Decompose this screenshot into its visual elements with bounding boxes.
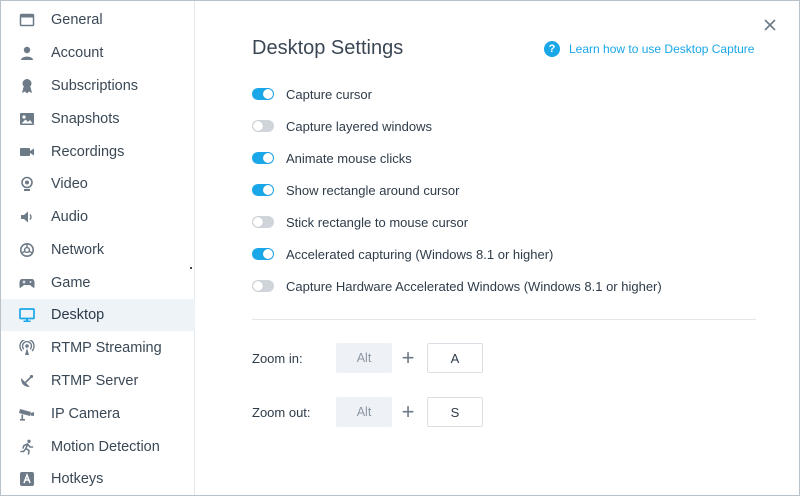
sidebar-item-label: Snapshots xyxy=(51,111,120,127)
toggle-capture-cursor[interactable] xyxy=(252,88,274,100)
video-camera-icon xyxy=(19,144,35,160)
zoom-out-key[interactable]: S xyxy=(427,397,483,427)
sidebar-item-desktop[interactable]: Desktop xyxy=(1,299,195,331)
broadcast-icon xyxy=(19,340,35,356)
page-title: Desktop Settings xyxy=(252,37,404,59)
sidebar-item-label: IP Camera xyxy=(51,406,121,422)
sidebar-item-general[interactable]: General xyxy=(1,4,195,36)
settings-window: General Account Subscriptions Snapshots … xyxy=(0,0,800,496)
toggle-capture-hw-accelerated[interactable] xyxy=(252,280,274,292)
main-panel: Desktop Settings ? Learn how to use Desk… xyxy=(196,1,799,495)
option-label: Capture Hardware Accelerated Windows (Wi… xyxy=(286,278,662,294)
sidebar-item-video[interactable]: Video xyxy=(1,168,195,200)
sidebar-item-label: General xyxy=(51,12,103,28)
option-stick-rectangle: Stick rectangle to mouse cursor xyxy=(252,212,468,232)
toggle-accelerated-capturing[interactable] xyxy=(252,248,274,260)
sidebar-item-label: RTMP Server xyxy=(51,373,139,389)
award-icon xyxy=(19,78,35,94)
toggle-capture-layered-windows[interactable] xyxy=(252,120,274,132)
divider xyxy=(252,319,756,320)
image-icon xyxy=(19,111,35,127)
sidebar-item-label: Recordings xyxy=(51,144,125,160)
gamepad-icon xyxy=(19,275,35,291)
sidebar-item-rtmp-server[interactable]: RTMP Server xyxy=(1,365,195,397)
zoom-in-modifier-key[interactable]: Alt xyxy=(336,343,392,373)
option-label: Stick rectangle to mouse cursor xyxy=(286,214,469,230)
sidebar-item-label: Subscriptions xyxy=(51,78,139,94)
sidebar-item-label: Game xyxy=(51,275,91,291)
sidebar-item-account[interactable]: Account xyxy=(1,37,195,69)
sidebar-item-subscriptions[interactable]: Subscriptions xyxy=(1,70,195,102)
help-link-text: Learn how to use Desktop Capture xyxy=(569,42,755,56)
sidebar-item-label: RTMP Streaming xyxy=(51,340,162,356)
webcam-icon xyxy=(19,176,35,192)
toggle-stick-rectangle[interactable] xyxy=(252,216,274,228)
sidebar-item-label: Network xyxy=(51,242,105,258)
close-icon xyxy=(764,19,776,31)
option-animate-mouse-clicks: Animate mouse clicks xyxy=(252,148,412,168)
close-button[interactable] xyxy=(759,14,781,36)
user-icon xyxy=(19,45,35,61)
help-link[interactable]: ? Learn how to use Desktop Capture xyxy=(544,41,754,57)
sidebar-item-label: Desktop xyxy=(51,307,105,323)
sidebar: General Account Subscriptions Snapshots … xyxy=(1,1,195,495)
network-icon xyxy=(19,242,35,258)
sidebar-item-game[interactable]: Game xyxy=(1,267,195,299)
option-show-rectangle: Show rectangle around cursor xyxy=(252,180,459,200)
speaker-icon xyxy=(19,209,35,225)
sidebar-item-audio[interactable]: Audio xyxy=(1,201,195,233)
option-label: Capture cursor xyxy=(286,86,372,102)
plus-icon: + xyxy=(401,399,415,424)
option-label: Accelerated capturing (Windows 8.1 or hi… xyxy=(286,246,554,262)
satellite-icon xyxy=(19,373,35,389)
zoom-in-key[interactable]: A xyxy=(427,343,483,373)
hotkey-icon xyxy=(19,471,35,487)
zoom-out-label: Zoom out: xyxy=(252,405,311,420)
option-label: Animate mouse clicks xyxy=(286,150,412,166)
sidebar-item-ip-camera[interactable]: IP Camera xyxy=(1,398,195,430)
sidebar-item-snapshots[interactable]: Snapshots xyxy=(1,103,195,135)
window-icon xyxy=(19,12,35,28)
sidebar-item-label: Hotkeys xyxy=(51,471,104,487)
sidebar-item-label: Account xyxy=(51,45,104,61)
toggle-show-rectangle[interactable] xyxy=(252,184,274,196)
security-camera-icon xyxy=(19,406,35,422)
stray-pixel xyxy=(190,267,192,269)
option-accelerated-capturing: Accelerated capturing (Windows 8.1 or hi… xyxy=(252,244,553,264)
toggle-animate-mouse-clicks[interactable] xyxy=(252,152,274,164)
option-label: Show rectangle around cursor xyxy=(286,182,460,198)
zoom-out-modifier-key[interactable]: Alt xyxy=(336,397,392,427)
option-capture-hw-accelerated: Capture Hardware Accelerated Windows (Wi… xyxy=(252,276,662,296)
sidebar-item-rtmp-streaming[interactable]: RTMP Streaming xyxy=(1,332,195,364)
option-label: Capture layered windows xyxy=(286,118,432,134)
zoom-in-label: Zoom in: xyxy=(252,351,303,366)
sidebar-item-label: Video xyxy=(51,176,88,192)
sidebar-item-motion-detection[interactable]: Motion Detection xyxy=(1,431,195,463)
plus-icon: + xyxy=(401,345,415,370)
sidebar-item-network[interactable]: Network xyxy=(1,234,195,266)
monitor-icon xyxy=(19,307,35,323)
option-capture-cursor: Capture cursor xyxy=(252,84,372,104)
option-capture-layered-windows: Capture layered windows xyxy=(252,116,432,136)
sidebar-item-label: Audio xyxy=(51,209,89,225)
sidebar-item-hotkeys[interactable]: Hotkeys xyxy=(1,463,195,495)
question-icon: ? xyxy=(544,41,560,57)
running-person-icon xyxy=(19,439,35,455)
sidebar-item-label: Motion Detection xyxy=(51,439,160,455)
sidebar-item-recordings[interactable]: Recordings xyxy=(1,136,195,168)
